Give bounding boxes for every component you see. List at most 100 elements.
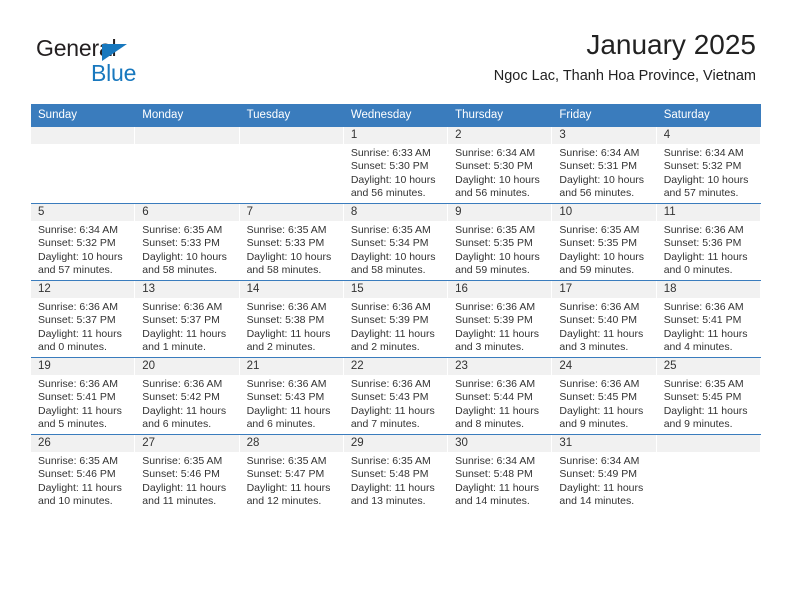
calendar-day-cell[interactable]: 12 Sunrise: 6:36 AM Sunset: 5:37 PM Dayligh…: [31, 280, 136, 358]
calendar-week-row: 12 Sunrise: 6:36 AM Sunset: 5:37 PM Dayligh…: [31, 280, 761, 358]
day-cell-inner: [31, 127, 136, 203]
calendar-day-cell[interactable]: 2 Sunrise: 6:34 AM Sunset: 5:30 PM Daylight…: [448, 127, 553, 204]
calendar-day-cell[interactable]: 19 Sunrise: 6:36 AM Sunset: 5:41 PM Dayligh…: [31, 357, 136, 435]
sunrise-time: Sunrise: 6:35 AM: [142, 455, 223, 467]
day-details: Sunrise: 6:36 AM Sunset: 5:43 PM Daylight:…: [344, 375, 448, 432]
weekday-header-wednesday: Wednesday: [343, 104, 449, 127]
sunset-time: Sunset: 5:46 PM: [38, 468, 116, 481]
sunrise-time: Sunrise: 6:36 AM: [455, 301, 536, 313]
daylight-line-1: Daylight: 10 hours: [38, 250, 123, 263]
calendar-day-cell[interactable]: 4 Sunrise: 6:34 AM Sunset: 5:32 PM Daylight…: [656, 127, 761, 204]
sunrise-time: Sunrise: 6:35 AM: [142, 224, 223, 236]
day-cell-inner: 9 Sunrise: 6:35 AM Sunset: 5:35 PM Daylight…: [448, 204, 553, 280]
daylight-line-1: Daylight: 11 hours: [559, 481, 644, 494]
calendar-day-cell[interactable]: 31 Sunrise: 6:34 AM Sunset: 5:49 PM Dayligh…: [552, 434, 657, 511]
general-blue-logo[interactable]: General Blue: [36, 35, 236, 91]
sunset-time: Sunset: 5:31 PM: [559, 160, 638, 173]
calendar-day-cell[interactable]: 29 Sunrise: 6:35 AM Sunset: 5:48 PM Dayligh…: [343, 434, 449, 511]
daylight-line-1: Daylight: 11 hours: [663, 250, 748, 263]
calendar-day-cell[interactable]: 23 Sunrise: 6:36 AM Sunset: 5:44 PM Dayligh…: [448, 357, 553, 435]
daylight-line-1: Daylight: 11 hours: [559, 404, 644, 417]
weekday-header-friday: Friday: [552, 104, 657, 127]
daylight-line-1: Daylight: 11 hours: [246, 481, 331, 494]
daylight-line-2: and 57 minutes.: [663, 187, 739, 200]
calendar-day-cell[interactable]: 15 Sunrise: 6:36 AM Sunset: 5:39 PM Dayligh…: [343, 280, 449, 358]
sunrise-time: Sunrise: 6:35 AM: [38, 455, 118, 467]
calendar-day-cell[interactable]: 1 Sunrise: 6:33 AM Sunset: 5:30 PM Daylight…: [343, 127, 449, 204]
daylight-line-2: and 59 minutes.: [455, 264, 530, 277]
sunset-time: Sunset: 5:41 PM: [38, 391, 116, 404]
day-cell-inner: 13 Sunrise: 6:36 AM Sunset: 5:37 PM Dayligh…: [135, 281, 240, 357]
calendar-day-cell[interactable]: 25 Sunrise: 6:35 AM Sunset: 5:45 PM Dayligh…: [656, 357, 761, 435]
day-number: 2: [448, 127, 553, 144]
day-cell-inner: 15 Sunrise: 6:36 AM Sunset: 5:39 PM Dayligh…: [343, 281, 449, 357]
calendar-day-cell[interactable]: 21 Sunrise: 6:36 AM Sunset: 5:43 PM Dayligh…: [239, 357, 344, 435]
day-number: 25: [656, 358, 761, 375]
calendar-day-cell[interactable]: 6 Sunrise: 6:35 AM Sunset: 5:33 PM Daylight…: [135, 203, 240, 281]
day-details: Sunrise: 6:36 AM Sunset: 5:39 PM Daylight:…: [448, 298, 552, 355]
day-details: Sunrise: 6:36 AM Sunset: 5:37 PM Daylight:…: [135, 298, 239, 355]
day-details: Sunrise: 6:35 AM Sunset: 5:33 PM Daylight:…: [135, 221, 239, 278]
page-title: January 2025: [586, 29, 756, 60]
calendar-day-cell[interactable]: 30 Sunrise: 6:34 AM Sunset: 5:48 PM Dayligh…: [448, 434, 553, 511]
sunrise-time: Sunrise: 6:35 AM: [663, 378, 744, 390]
daylight-line-1: Daylight: 10 hours: [455, 250, 540, 263]
calendar-week-row: 19 Sunrise: 6:36 AM Sunset: 5:41 PM Dayligh…: [31, 357, 761, 435]
calendar-day-cell[interactable]: 16 Sunrise: 6:36 AM Sunset: 5:39 PM Dayligh…: [448, 280, 553, 358]
daylight-line-2: and 2 minutes.: [350, 341, 420, 354]
calendar-week-row: 1 Sunrise: 6:33 AM Sunset: 5:30 PM Daylight…: [31, 127, 761, 204]
sunrise-time: Sunrise: 6:35 AM: [246, 224, 327, 236]
day-details: Sunrise: 6:36 AM Sunset: 5:38 PM Daylight:…: [240, 298, 344, 355]
calendar-day-cell[interactable]: 13 Sunrise: 6:36 AM Sunset: 5:37 PM Dayligh…: [135, 280, 240, 358]
day-details: Sunrise: 6:35 AM Sunset: 5:46 PM Daylight:…: [31, 452, 135, 509]
calendar-day-cell[interactable]: 10 Sunrise: 6:35 AM Sunset: 5:35 PM Dayligh…: [552, 203, 657, 281]
calendar-day-cell[interactable]: 14 Sunrise: 6:36 AM Sunset: 5:38 PM Dayligh…: [239, 280, 344, 358]
calendar-day-cell[interactable]: 9 Sunrise: 6:35 AM Sunset: 5:35 PM Daylight…: [448, 203, 553, 281]
day-number: 16: [448, 281, 553, 298]
sunset-time: Sunset: 5:49 PM: [559, 468, 638, 481]
daylight-line-1: Daylight: 11 hours: [38, 481, 122, 494]
calendar-day-cell-empty: [31, 127, 136, 204]
day-cell-inner: 21 Sunrise: 6:36 AM Sunset: 5:43 PM Dayligh…: [239, 358, 344, 434]
daylight-line-1: Daylight: 11 hours: [663, 327, 748, 340]
sunrise-time: Sunrise: 6:36 AM: [559, 378, 640, 390]
sunrise-time: Sunrise: 6:35 AM: [455, 224, 536, 236]
calendar-day-cell[interactable]: 27 Sunrise: 6:35 AM Sunset: 5:46 PM Dayligh…: [135, 434, 240, 511]
daylight-line-2: and 2 minutes.: [246, 341, 316, 354]
daylight-line-1: Daylight: 11 hours: [38, 327, 122, 340]
day-cell-inner: 25 Sunrise: 6:35 AM Sunset: 5:45 PM Dayligh…: [656, 358, 761, 434]
daylight-line-1: Daylight: 11 hours: [142, 404, 227, 417]
day-number: 27: [135, 435, 240, 452]
calendar-day-cell-empty: [135, 127, 240, 204]
calendar-day-cell[interactable]: 17 Sunrise: 6:36 AM Sunset: 5:40 PM Dayligh…: [552, 280, 657, 358]
day-details: Sunrise: 6:35 AM Sunset: 5:48 PM Daylight:…: [344, 452, 448, 509]
calendar-day-cell[interactable]: 8 Sunrise: 6:35 AM Sunset: 5:34 PM Daylight…: [343, 203, 449, 281]
weekday-header-saturday: Saturday: [656, 104, 761, 127]
calendar-day-cell[interactable]: 24 Sunrise: 6:36 AM Sunset: 5:45 PM Dayligh…: [552, 357, 657, 435]
sunrise-time: Sunrise: 6:36 AM: [38, 378, 118, 390]
daylight-line-2: and 9 minutes.: [559, 418, 629, 431]
calendar-day-cell[interactable]: 11 Sunrise: 6:36 AM Sunset: 5:36 PM Dayligh…: [656, 203, 761, 281]
sunset-time: Sunset: 5:45 PM: [663, 391, 742, 404]
daylight-line-2: and 58 minutes.: [350, 264, 426, 277]
calendar-day-cell[interactable]: 3 Sunrise: 6:34 AM Sunset: 5:31 PM Daylight…: [552, 127, 657, 204]
calendar-day-cell[interactable]: 20 Sunrise: 6:36 AM Sunset: 5:42 PM Dayligh…: [135, 357, 240, 435]
calendar-day-cell[interactable]: 18 Sunrise: 6:36 AM Sunset: 5:41 PM Dayligh…: [656, 280, 761, 358]
daylight-line-1: Daylight: 11 hours: [663, 404, 748, 417]
day-details: Sunrise: 6:34 AM Sunset: 5:30 PM Daylight:…: [448, 144, 552, 201]
calendar-day-cell[interactable]: 22 Sunrise: 6:36 AM Sunset: 5:43 PM Dayligh…: [343, 357, 449, 435]
daylight-line-2: and 7 minutes.: [350, 418, 420, 431]
title-block: January 2025 Ngoc Lac, Thanh Hoa Provinc…: [494, 28, 756, 85]
sunrise-time: Sunrise: 6:34 AM: [38, 224, 118, 236]
calendar-grid: Sunday Monday Tuesday Wednesday Thursday…: [31, 104, 761, 511]
calendar-day-cell[interactable]: 26 Sunrise: 6:35 AM Sunset: 5:46 PM Dayligh…: [31, 434, 136, 511]
weekday-header-tuesday: Tuesday: [239, 104, 344, 127]
day-details: Sunrise: 6:36 AM Sunset: 5:41 PM Daylight:…: [657, 298, 761, 355]
day-details: Sunrise: 6:34 AM Sunset: 5:49 PM Daylight:…: [552, 452, 656, 509]
day-number: 4: [656, 127, 761, 144]
calendar-day-cell[interactable]: 7 Sunrise: 6:35 AM Sunset: 5:33 PM Daylight…: [239, 203, 344, 281]
day-cell-inner: 12 Sunrise: 6:36 AM Sunset: 5:37 PM Dayligh…: [31, 281, 136, 357]
calendar-day-cell[interactable]: 28 Sunrise: 6:35 AM Sunset: 5:47 PM Dayligh…: [239, 434, 344, 511]
sunset-time: Sunset: 5:39 PM: [350, 314, 429, 327]
calendar-day-cell[interactable]: 5 Sunrise: 6:34 AM Sunset: 5:32 PM Daylight…: [31, 203, 136, 281]
